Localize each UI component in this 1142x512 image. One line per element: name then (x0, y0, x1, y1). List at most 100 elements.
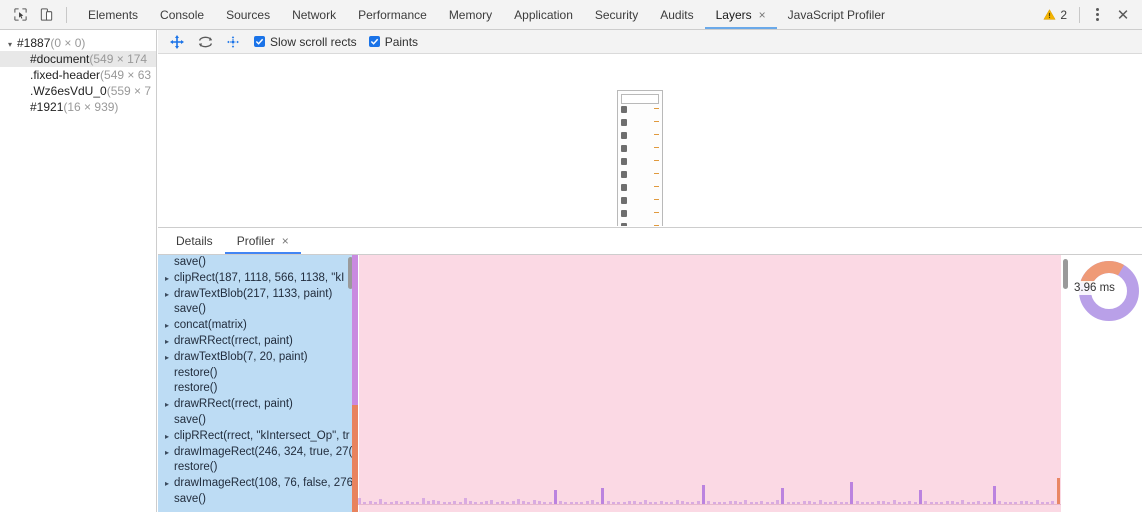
histogram-bar (739, 502, 742, 504)
layer-tree-row-fixed-header[interactable]: .fixed-header(549 × 63 (0, 67, 156, 83)
expand-arrow-icon[interactable]: ▸ (165, 334, 174, 350)
tab-application[interactable]: Application (503, 0, 584, 29)
expand-arrow-icon[interactable]: ▸ (165, 476, 174, 492)
tab-details[interactable]: Details (164, 228, 225, 254)
tab-audits[interactable]: Audits (649, 0, 704, 29)
tab-performance[interactable]: Performance (347, 0, 438, 29)
tab-javascript-profiler[interactable]: JavaScript Profiler (777, 0, 896, 29)
histogram-bar (766, 502, 769, 504)
paint-op-log[interactable]: save()▸clipRect(187, 1118, 566, 1138, "k… (158, 255, 352, 512)
paint-op-row[interactable]: restore() (158, 460, 352, 476)
tab-console[interactable]: Console (149, 0, 215, 29)
tab-network[interactable]: Network (281, 0, 347, 29)
profiler-scrollbar-thumb[interactable] (1063, 259, 1068, 289)
expand-arrow-icon[interactable]: ▸ (165, 318, 174, 334)
slow-scroll-rects-checkbox[interactable]: Slow scroll rects (254, 35, 357, 49)
layer-dims: (549 × 63 (100, 68, 151, 82)
pan-mode-icon[interactable] (168, 33, 186, 51)
layer-tree-row-document[interactable]: #document(549 × 174 (0, 51, 156, 67)
expand-arrow-icon[interactable]: ▸ (165, 271, 174, 287)
paint-op-row[interactable]: ▸drawImageRect(108, 76, false, 276 (158, 476, 352, 492)
paint-op-row[interactable]: ▸clipRect(187, 1118, 566, 1138, "kI (158, 271, 352, 287)
histogram-bar (792, 502, 795, 504)
histogram-bar (1014, 502, 1017, 504)
layer-canvas[interactable] (158, 54, 1142, 226)
paint-op-row[interactable]: ▸drawTextBlob(217, 1133, paint) (158, 287, 352, 303)
paint-op-row[interactable]: ▸concat(matrix) (158, 318, 352, 334)
histogram-bar (522, 501, 525, 504)
tab-elements[interactable]: Elements (77, 0, 149, 29)
layer-tree-sidebar[interactable]: ▾#1887(0 × 0) #document(549 × 174 .fixed… (0, 30, 157, 512)
histogram-bar (1020, 501, 1023, 504)
tab-label: Memory (449, 8, 492, 22)
expand-arrow-icon[interactable]: ▸ (165, 445, 174, 461)
histogram-bar (601, 488, 604, 504)
thumbnail-list-item (621, 106, 659, 117)
thumbnail-accent-mark (654, 160, 659, 161)
histogram-bar (834, 501, 837, 504)
paint-duration-histogram (358, 473, 1062, 512)
histogram-bar (808, 501, 811, 504)
paint-op-row[interactable]: restore() (158, 366, 352, 382)
thumbnail-list-item (621, 119, 659, 130)
thumbnail-avatar (621, 171, 627, 178)
paints-checkbox[interactable]: Paints (369, 35, 418, 49)
layer-dims: (559 × 7 (107, 84, 151, 98)
inspect-element-icon[interactable] (8, 4, 32, 26)
warning-counter[interactable]: 2 (1037, 8, 1073, 22)
expand-arrow-icon[interactable]: ▸ (165, 287, 174, 303)
paint-op-row[interactable]: ▸drawTextBlob(7, 20, paint) (158, 350, 352, 366)
tab-profiler[interactable]: Profiler × (225, 228, 301, 254)
profiler-right-gutter: 3.96 ms (1061, 255, 1142, 512)
expand-arrow-icon[interactable]: ▸ (165, 429, 174, 445)
histogram-bar (363, 502, 366, 504)
expand-arrow-icon[interactable]: ▸ (165, 397, 174, 413)
histogram-bar (665, 502, 668, 504)
paint-op-row[interactable]: ▸clipRRect(rrect, "kIntersect_Op", tr (158, 429, 352, 445)
thumbnail-list-item (621, 197, 659, 208)
rotate-mode-icon[interactable] (196, 33, 214, 51)
histogram-bar (358, 498, 361, 504)
warning-triangle-icon (1043, 8, 1056, 21)
paint-op-text: restore() (174, 382, 217, 394)
paint-op-row[interactable]: ▸drawImageRect(246, 324, true, 27( (158, 445, 352, 461)
paint-op-row[interactable]: ▸drawRRect(rrect, paint) (158, 397, 352, 413)
thumbnail-avatar (621, 210, 627, 217)
layer-thumbnail[interactable] (617, 90, 663, 226)
paint-op-row[interactable]: save() (158, 302, 352, 318)
layer-name: #1887 (17, 36, 50, 50)
histogram-bar (1051, 501, 1054, 504)
tabbar-right-divider (1079, 7, 1080, 23)
histogram-bar (490, 500, 493, 504)
thumbnail-avatar (621, 132, 627, 139)
checkbox-box[interactable] (254, 36, 265, 47)
paint-op-row[interactable]: restore() (158, 381, 352, 397)
histogram-bar (713, 502, 716, 504)
paint-op-row[interactable]: ▸drawRRect(rrect, paint) (158, 334, 352, 350)
tab-layers[interactable]: Layers × (705, 0, 777, 29)
device-toolbar-icon[interactable] (34, 4, 58, 26)
tab-label: Profiler (237, 234, 275, 248)
paint-op-row[interactable]: save() (158, 413, 352, 429)
histogram-bar (628, 501, 631, 504)
reset-transform-icon[interactable] (224, 33, 242, 51)
checkbox-box[interactable] (369, 36, 380, 47)
paint-op-row[interactable]: save() (158, 255, 352, 271)
layer-tree-row-1887[interactable]: ▾#1887(0 × 0) (0, 35, 156, 51)
layer-tree-row-wz6esvdu[interactable]: .Wz6esVdU_0(559 × 7 (0, 83, 156, 99)
expand-arrow-icon[interactable]: ▸ (165, 350, 174, 366)
layer-tree-row-1921[interactable]: #1921(16 × 939) (0, 99, 156, 115)
histogram-bar (723, 502, 726, 504)
paint-op-row[interactable]: save() (158, 492, 352, 508)
thumbnail-avatar (621, 145, 627, 152)
checkbox-label: Paints (385, 35, 418, 49)
chevron-down-icon[interactable]: ▾ (8, 37, 17, 51)
tab-security[interactable]: Security (584, 0, 649, 29)
tab-close-icon[interactable]: × (282, 234, 289, 248)
tab-sources[interactable]: Sources (215, 0, 281, 29)
kebab-menu-icon[interactable] (1086, 4, 1108, 26)
tab-close-icon[interactable]: × (759, 8, 766, 22)
tab-memory[interactable]: Memory (438, 0, 503, 29)
tab-label: Details (176, 234, 213, 248)
close-devtools-icon[interactable]: ✕ (1110, 4, 1136, 26)
